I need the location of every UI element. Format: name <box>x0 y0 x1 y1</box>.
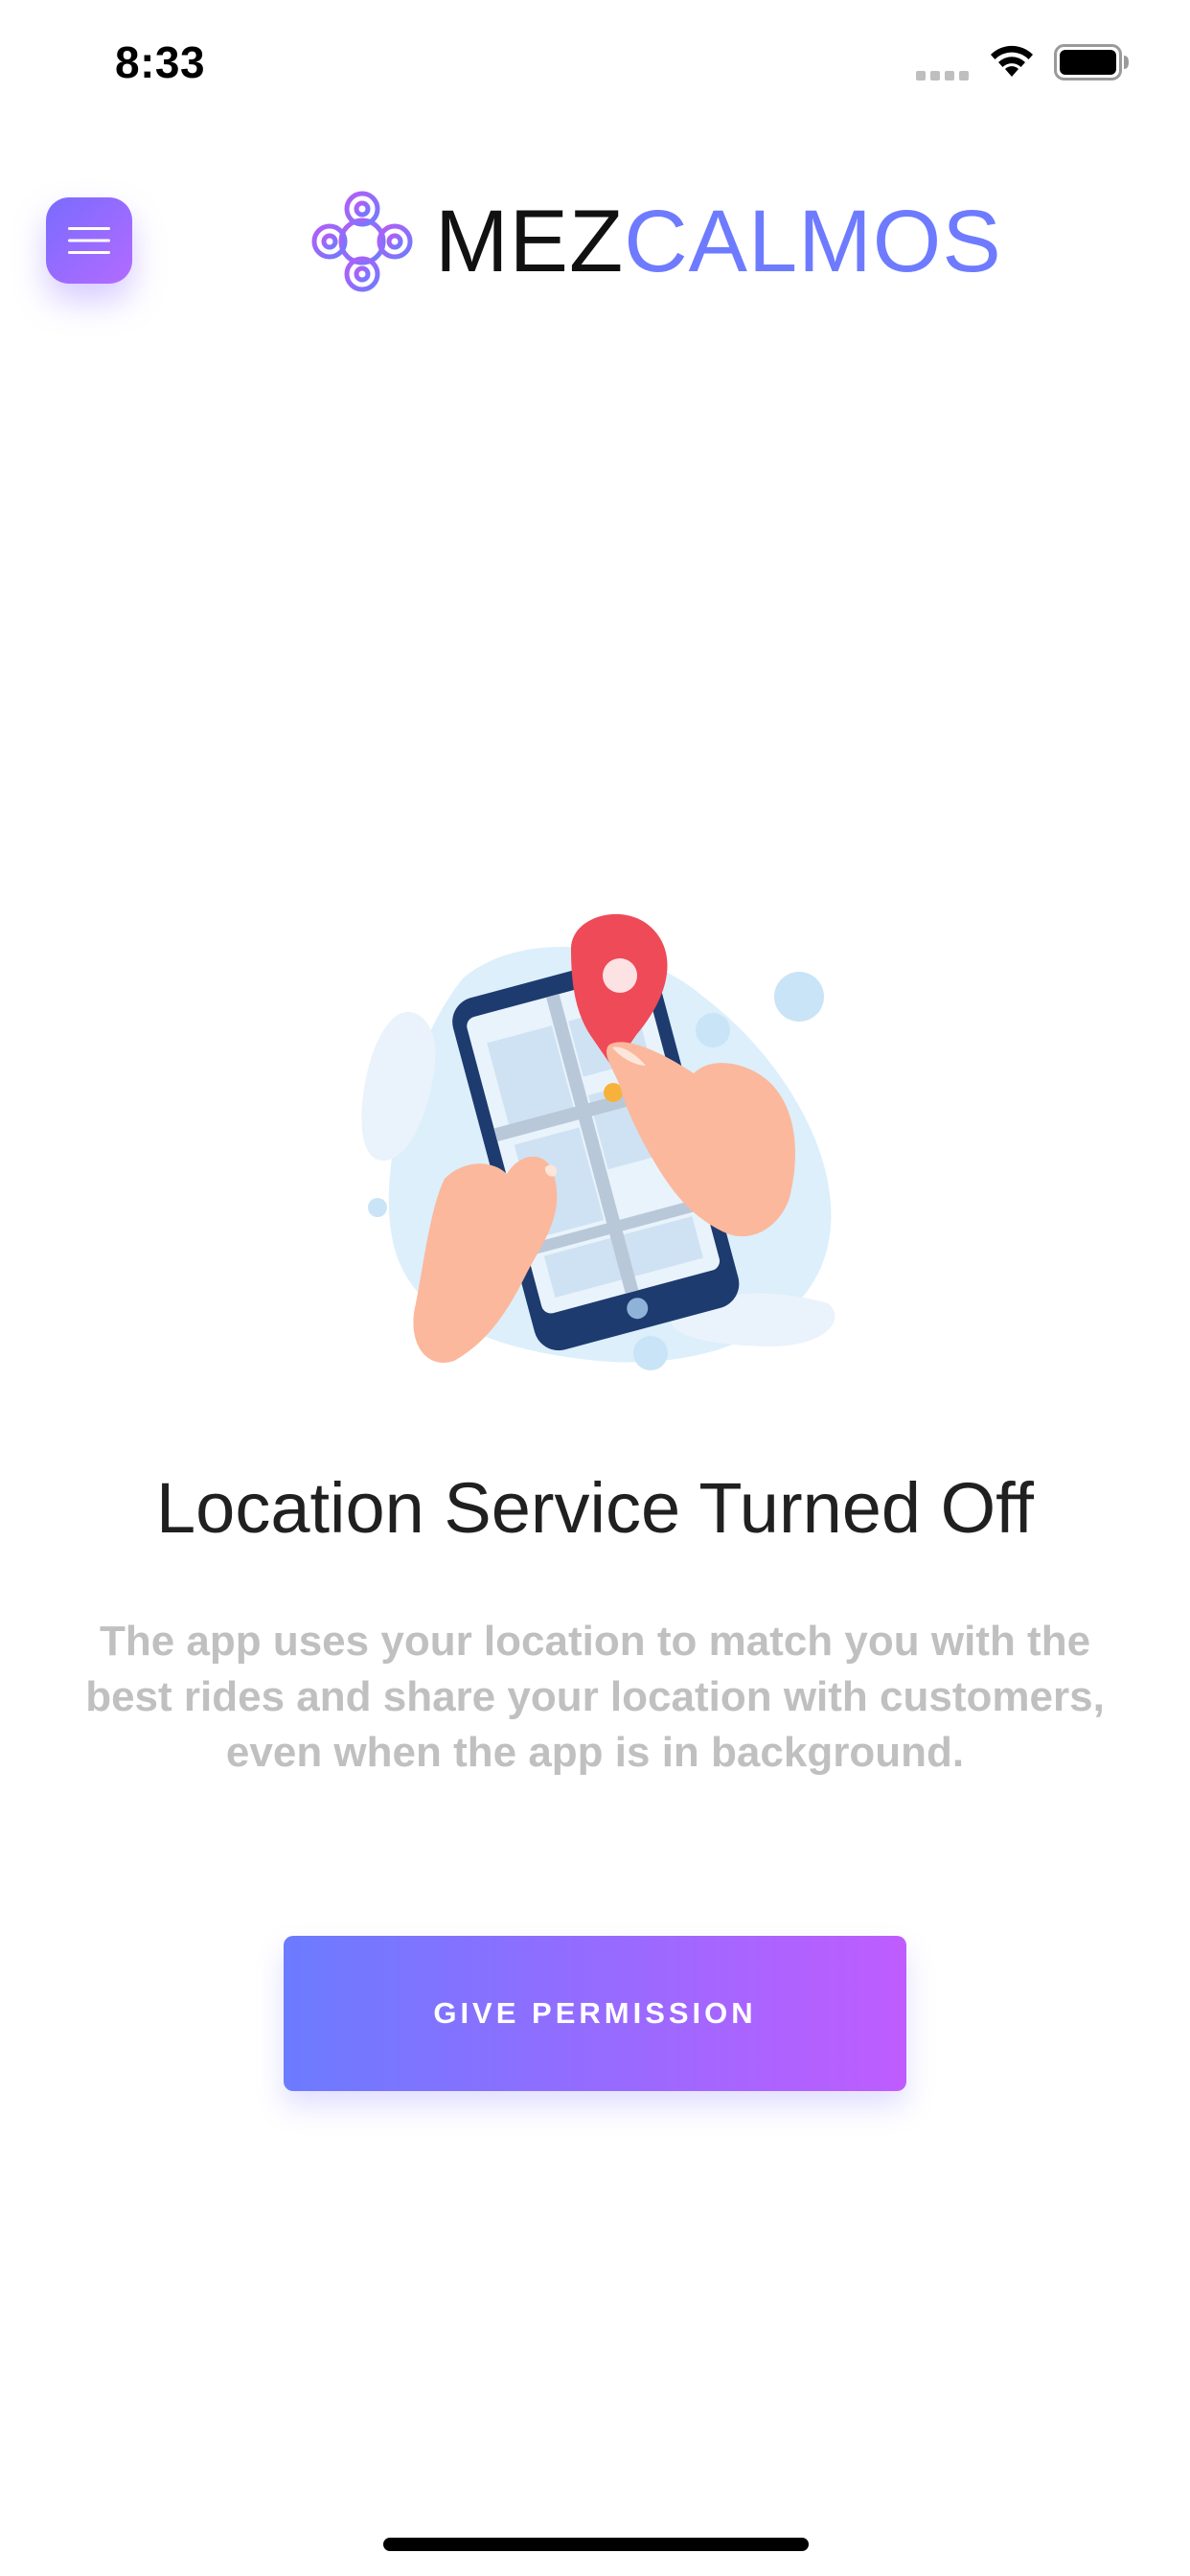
page-title: Location Service Turned Off <box>156 1468 1034 1548</box>
app-logo: MEZCALMOS <box>309 188 1002 295</box>
home-indicator <box>383 2538 809 2551</box>
brand-name: MEZCALMOS <box>435 197 1002 286</box>
hamburger-menu-icon <box>68 227 110 254</box>
brand-name-part-2: CALMOS <box>624 193 1002 290</box>
brand-name-part-1: MEZ <box>435 193 625 290</box>
mezcalmos-logo-icon <box>311 191 413 292</box>
status-time: 8:33 <box>115 37 206 87</box>
wifi-icon <box>991 45 1033 77</box>
description-text: The app uses your location to match you … <box>85 1618 1105 1776</box>
phone-location-pin-illustration <box>361 913 835 1370</box>
battery-icon <box>1054 44 1129 80</box>
give-permission-button[interactable]: GIVE PERMISSION <box>284 1936 906 2091</box>
signal-dots-icon <box>916 71 969 80</box>
menu-button[interactable] <box>46 197 132 284</box>
